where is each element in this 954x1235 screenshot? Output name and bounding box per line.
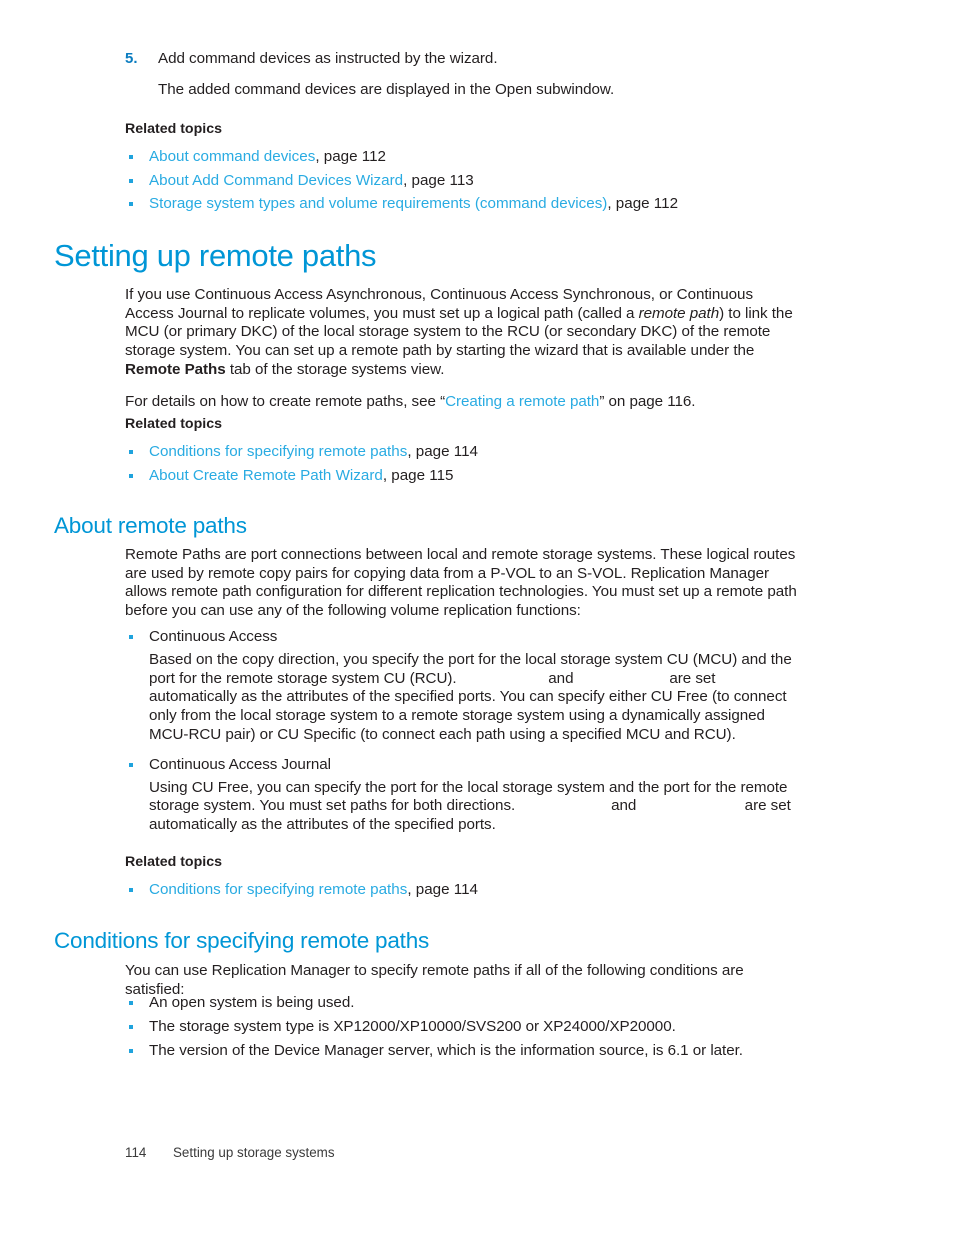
list-item: An open system is being used. [125, 991, 800, 1015]
replication-functions-list: Continuous Access Based on the copy dire… [125, 627, 800, 835]
list-item: The storage system type is XP12000/XP100… [125, 1015, 800, 1039]
step-number: 5. [125, 50, 138, 67]
topic-page: , page 114 [407, 881, 478, 898]
creating-a-remote-path-link[interactable]: Creating a remote path [445, 393, 599, 410]
related-topics-block-1: Related topics About command devices, pa… [125, 120, 825, 216]
hidden-text-run [640, 797, 740, 814]
function-term: Continuous Access Journal [149, 755, 331, 773]
paragraph: For details on how to create remote path… [125, 393, 800, 412]
related-topics-block-3: Related topics Conditions for specifying… [125, 853, 825, 902]
list-item: Continuous Access Journal Using CU Free,… [125, 755, 800, 835]
section-heading-about-remote-paths: About remote paths [54, 513, 247, 538]
section-heading-conditions: Conditions for specifying remote paths [54, 928, 430, 953]
step-text: Add command devices as instructed by the… [158, 50, 498, 67]
step-row: 5. Add command devices as instructed by … [125, 50, 825, 69]
hidden-text-run [457, 670, 545, 687]
related-topics-list: Conditions for specifying remote paths, … [125, 440, 825, 487]
about-remote-paths-intro: Remote Paths are port connections betwee… [125, 546, 800, 621]
emphasis-remote-path: remote path [638, 304, 720, 322]
topic-page: , page 112 [607, 195, 679, 213]
strong-remote-paths: Remote Paths [125, 360, 226, 378]
topic-page: , page 112 [315, 148, 386, 165]
topic-page: , page 115 [382, 466, 454, 484]
step-result-text: The added command devices are displayed … [158, 80, 615, 98]
para-text: ” on page 116. [599, 392, 696, 410]
list-item: About Create Remote Path Wizard, page 11… [125, 464, 825, 488]
list-item: Conditions for specifying remote paths, … [125, 878, 825, 902]
page-title-setting-up-remote-paths: Setting up remote paths [54, 238, 377, 273]
replication-functions-list-wrap: Continuous Access Based on the copy dire… [125, 627, 800, 835]
conditions-list: An open system is being used. The storag… [125, 991, 800, 1063]
function-description: Using CU Free, you can specify the port … [149, 779, 800, 835]
topic-link[interactable]: Storage system types and volume requirem… [149, 195, 607, 212]
footer-page-number: 114 [125, 1145, 147, 1160]
list-item: Storage system types and volume requirem… [125, 192, 825, 216]
topic-page: , page 114 [407, 443, 478, 460]
related-topics-heading: Related topics [125, 121, 222, 137]
topic-link[interactable]: About Add Command Devices Wizard [149, 172, 403, 189]
procedure-step-5: 5. Add command devices as instructed by … [125, 50, 825, 99]
list-item: About Add Command Devices Wizard, page 1… [125, 169, 825, 193]
para-text: tab of the storage systems view. [225, 360, 445, 378]
topic-link[interactable]: About command devices [149, 148, 315, 165]
document-page: 5. Add command devices as instructed by … [0, 0, 954, 1235]
page-footer: 114 Setting up storage systems [125, 1145, 335, 1160]
para-text: and [544, 669, 578, 687]
footer-chapter-title: Setting up storage systems [173, 1145, 335, 1160]
paragraph: If you use Continuous Access Asynchronou… [125, 286, 800, 380]
para-text: and [606, 797, 641, 815]
hidden-text-run [515, 797, 607, 814]
related-topics-list: Conditions for specifying remote paths, … [125, 878, 825, 902]
related-topics-list: About command devices, page 112 About Ad… [125, 145, 825, 216]
list-item: The version of the Device Manager server… [125, 1039, 800, 1063]
related-topics-heading: Related topics [125, 854, 222, 870]
para-text: For details on how to create remote path… [125, 392, 446, 410]
topic-link[interactable]: Conditions for specifying remote paths [149, 881, 407, 898]
topic-link[interactable]: About Create Remote Path Wizard [149, 467, 383, 484]
function-term: Continuous Access [149, 628, 278, 645]
related-topics-heading: Related topics [125, 416, 222, 432]
topic-page: , page 113 [403, 171, 474, 189]
related-topics-block-2: Related topics Conditions for specifying… [125, 415, 825, 487]
topic-link[interactable]: Conditions for specifying remote paths [149, 443, 407, 460]
function-description: Based on the copy direction, you specify… [149, 651, 800, 745]
conditions-list-wrap: An open system is being used. The storag… [125, 991, 800, 1063]
setting-up-body: If you use Continuous Access Asynchronou… [125, 286, 800, 411]
paragraph: Remote Paths are port connections betwee… [125, 546, 797, 620]
list-item: Continuous Access Based on the copy dire… [125, 627, 800, 745]
hidden-text-run [578, 670, 666, 687]
list-item: Conditions for specifying remote paths, … [125, 440, 825, 464]
list-item: About command devices, page 112 [125, 145, 825, 169]
